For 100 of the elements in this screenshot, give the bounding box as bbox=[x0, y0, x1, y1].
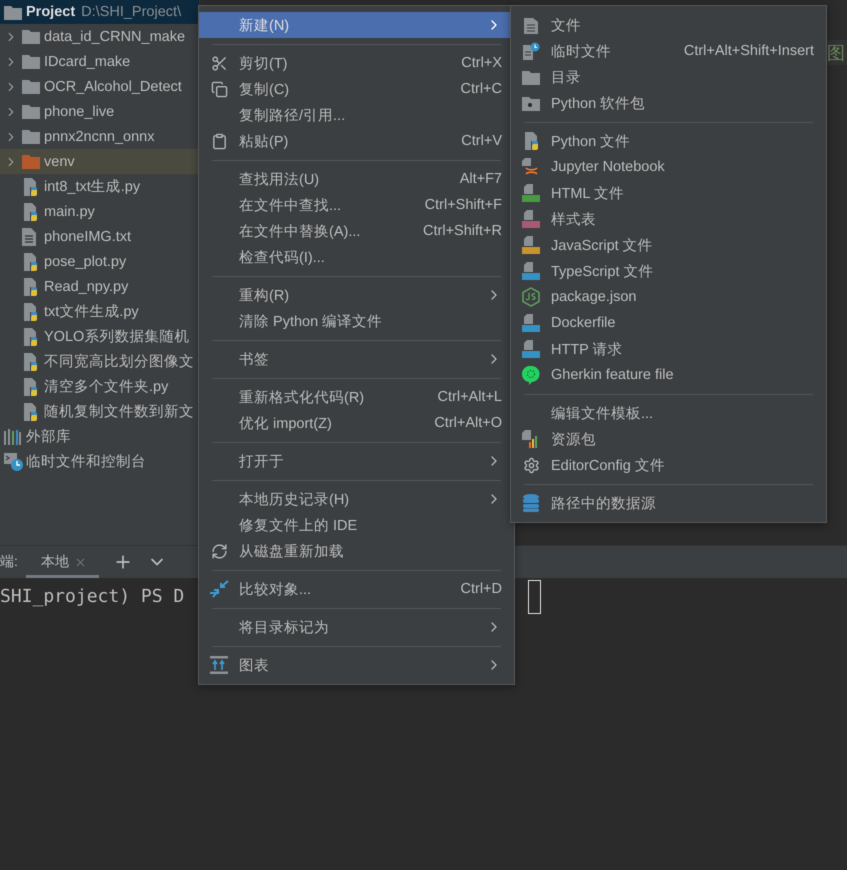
tree-item-label: IDcard_make bbox=[44, 54, 130, 70]
menu-item[interactable]: 修复文件上的 IDE bbox=[199, 512, 514, 538]
tree-item-label: 外部库 bbox=[26, 428, 71, 446]
tree-item-label: 随机复制文件数到新文 bbox=[44, 402, 194, 421]
menu-item[interactable]: 在文件中替换(A)... Ctrl+Shift+R bbox=[199, 218, 514, 244]
resource-bundle-icon bbox=[522, 430, 540, 448]
menu-item[interactable]: 剪切(T) Ctrl+X bbox=[199, 50, 514, 76]
tree-row[interactable]: IDcard_make bbox=[0, 49, 199, 74]
settings-icon bbox=[522, 456, 540, 474]
terminal-tab[interactable]: 本地 bbox=[26, 546, 99, 578]
python-file-icon bbox=[22, 328, 39, 346]
menu-item[interactable]: 临时文件 Ctrl+Alt+Shift+Insert bbox=[511, 38, 826, 64]
menu-item[interactable]: 打开于 bbox=[199, 448, 514, 474]
menu-item[interactable]: HTML 文件 bbox=[511, 180, 826, 206]
javascript-file-icon bbox=[522, 236, 540, 254]
console-clock-icon bbox=[4, 452, 24, 470]
tree-row[interactable]: Read_npy.py bbox=[0, 274, 199, 299]
menu-item[interactable]: EditorConfig 文件 bbox=[511, 452, 826, 478]
project-path: D:\SHI_Project\ bbox=[81, 4, 182, 20]
menu-item[interactable]: Python 软件包 bbox=[511, 90, 826, 116]
tree-item-label: venv bbox=[44, 154, 75, 170]
folder-icon bbox=[4, 4, 22, 20]
shortcut-label: Ctrl+D bbox=[460, 581, 502, 597]
shortcut-label: Ctrl+Shift+R bbox=[423, 223, 502, 239]
menu-item[interactable]: 样式表 bbox=[511, 206, 826, 232]
menu-item[interactable]: 复制(C) Ctrl+C bbox=[199, 76, 514, 102]
clipboard-icon bbox=[210, 132, 228, 150]
menu-item[interactable]: 目录 bbox=[511, 64, 826, 90]
menu-item[interactable]: Gherkin feature file bbox=[511, 362, 826, 388]
typescript-file-icon bbox=[522, 262, 540, 280]
shortcut-label: Ctrl+Alt+O bbox=[434, 415, 502, 431]
menu-item[interactable]: 本地历史记录(H) bbox=[199, 486, 514, 512]
diagram-icon bbox=[210, 656, 228, 674]
menu-item[interactable]: 编辑文件模板... bbox=[511, 400, 826, 426]
terminal-title: 端: bbox=[0, 553, 18, 571]
menu-item[interactable]: 资源包 bbox=[511, 426, 826, 452]
package-folder-icon bbox=[522, 96, 540, 110]
menu-item[interactable]: 文件 bbox=[511, 12, 826, 38]
menu-item[interactable]: 图表 bbox=[199, 652, 514, 678]
menu-item[interactable]: 复制路径/引用... bbox=[199, 102, 514, 128]
text-cursor bbox=[528, 580, 541, 614]
menu-item[interactable]: 从磁盘重新加载 bbox=[199, 538, 514, 564]
tree-row[interactable]: venv bbox=[0, 149, 199, 174]
tree-item-label: 清空多个文件夹.py bbox=[44, 378, 168, 396]
menu-item[interactable]: Dockerfile bbox=[511, 310, 826, 336]
notebook-icon bbox=[522, 158, 540, 176]
menu-item[interactable]: JavaScript 文件 bbox=[511, 232, 826, 258]
tree-row[interactable]: YOLO系列数据集随机 bbox=[0, 324, 199, 349]
tree-item-label: int8_txt生成.py bbox=[44, 178, 140, 196]
shortcut-label: Ctrl+V bbox=[461, 133, 502, 149]
menu-item[interactable]: Python 文件 bbox=[511, 128, 826, 154]
menu-item[interactable]: 重新格式化代码(R) Ctrl+Alt+L bbox=[199, 384, 514, 410]
tree-item-label: 临时文件和控制台 bbox=[26, 453, 146, 471]
tree-row[interactable]: pose_plot.py bbox=[0, 249, 199, 274]
menu-item[interactable]: HTTP 请求 bbox=[511, 336, 826, 362]
menu-item[interactable]: 查找用法(U) Alt+F7 bbox=[199, 166, 514, 192]
menu-item[interactable]: 优化 import(Z) Ctrl+Alt+O bbox=[199, 410, 514, 436]
tree-row[interactable]: 随机复制文件数到新文 bbox=[0, 399, 199, 424]
tree-item-label: OCR_Alcohol_Detect bbox=[44, 78, 182, 94]
tree-row[interactable]: pnnx2ncnn_onnx bbox=[0, 124, 199, 149]
tree-item-label: main.py bbox=[44, 204, 95, 220]
tree-row[interactable]: phone_live bbox=[0, 99, 199, 124]
menu-item[interactable]: 重构(R) bbox=[199, 282, 514, 308]
file-icon bbox=[524, 16, 538, 34]
scissors-icon bbox=[210, 54, 228, 72]
folder-icon bbox=[22, 104, 40, 119]
tree-item-label: pose_plot.py bbox=[44, 254, 126, 270]
tree-item-label: txt文件生成.py bbox=[44, 303, 139, 321]
menu-item[interactable]: 比较对象... Ctrl+D bbox=[199, 576, 514, 602]
python-file-icon bbox=[522, 132, 540, 150]
folder-icon bbox=[22, 29, 40, 44]
python-file-icon bbox=[22, 402, 39, 420]
tree-row[interactable]: data_id_CRNN_make bbox=[0, 24, 199, 49]
tree-row[interactable]: OCR_Alcohol_Detect bbox=[0, 74, 199, 99]
tree-item-label: 不同宽高比划分图像文 bbox=[44, 352, 194, 371]
tree-row[interactable]: 不同宽高比划分图像文 bbox=[0, 349, 199, 374]
tree-row[interactable]: txt文件生成.py bbox=[0, 299, 199, 324]
tree-row[interactable]: 临时文件和控制台 bbox=[0, 449, 199, 474]
menu-item[interactable]: 在文件中查找... Ctrl+Shift+F bbox=[199, 192, 514, 218]
folder-icon bbox=[22, 129, 40, 144]
menu-item[interactable]: 检查代码(I)... bbox=[199, 244, 514, 270]
folder-icon bbox=[22, 154, 40, 169]
close-icon[interactable] bbox=[74, 556, 87, 568]
menu-item[interactable]: Jupyter Notebook bbox=[511, 154, 826, 180]
menu-item[interactable]: 路径中的数据源 bbox=[511, 490, 826, 516]
shortcut-label: Ctrl+Alt+Shift+Insert bbox=[684, 43, 814, 59]
menu-item[interactable]: 粘贴(P) Ctrl+V bbox=[199, 128, 514, 154]
tree-item-label: data_id_CRNN_make bbox=[44, 28, 186, 44]
menu-item[interactable]: 将目录标记为 bbox=[199, 614, 514, 640]
tree-row[interactable]: int8_txt生成.py bbox=[0, 174, 199, 199]
tree-row[interactable]: main.py bbox=[0, 199, 199, 224]
database-icon bbox=[522, 494, 540, 512]
tree-row[interactable]: phoneIMG.txt bbox=[0, 224, 199, 249]
menu-item[interactable]: 清除 Python 编译文件 bbox=[199, 308, 514, 334]
menu-item[interactable]: package.json bbox=[511, 284, 826, 310]
tree-row[interactable]: 清空多个文件夹.py bbox=[0, 374, 199, 399]
menu-item[interactable]: 书签 bbox=[199, 346, 514, 372]
shortcut-label: Ctrl+X bbox=[461, 55, 502, 71]
tree-row[interactable]: 外部库 bbox=[0, 424, 199, 449]
menu-item[interactable]: TypeScript 文件 bbox=[511, 258, 826, 284]
